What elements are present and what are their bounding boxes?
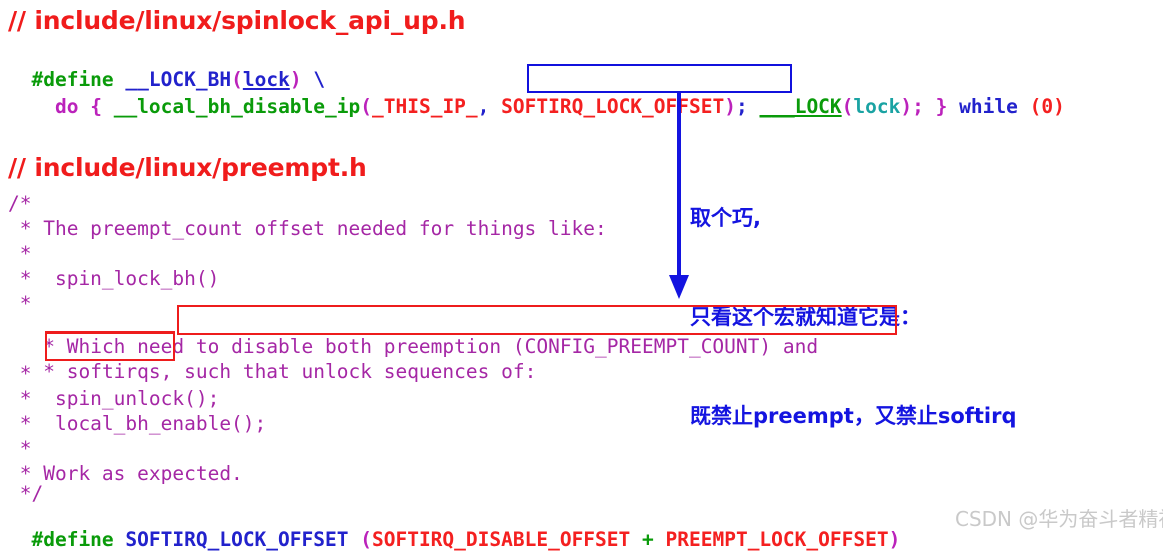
macro-name-softirq-lock-offset: SOFTIRQ_LOCK_OFFSET [125,528,349,551]
comma: , [477,95,490,118]
fn-triple-underscore-lock: ___LOCK [759,95,842,118]
annotation-note-line-1: 取个巧, [690,206,761,230]
arg-this-ip: _THIS_IP_ [372,95,478,118]
semicolon-2: ; [912,95,924,118]
brace-close: } [935,95,948,118]
comment-line-spin-lock-bh: * spin_lock_bh() [8,267,220,290]
comment-line-close: */ [8,482,44,505]
paren-open-3: ( [841,95,854,118]
watermark-csdn: CSDN @华为奋斗者精神 [955,507,1163,531]
comment-line-spin-unlock: * spin_unlock(); [8,387,220,410]
code-line-do-while: do { __local_bh_disable_ip(_THIS_IP_, SO… [8,72,1065,118]
kw-define-2: #define [31,528,114,551]
operand-preempt-lock-offset: PREEMPT_LOCK_OFFSET [665,528,889,551]
operand-softirq-disable-offset: SOFTIRQ_DISABLE_OFFSET [371,528,631,551]
comment-such-that-unlock: such that unlock sequences of: [172,360,537,383]
paren-close-2: ) [724,95,736,118]
code-line-define-softirq-lock-offset: #define SOFTIRQ_LOCK_OFFSET (SOFTIRQ_DIS… [8,505,900,551]
annotation-underline-which-need-to [45,331,175,334]
brace-open: { [90,95,102,118]
annotation-note-chinese: 取个巧, 只看这个宏就知道它是： 既禁止preempt，又禁止softirq [690,136,1017,466]
operator-plus: + [642,528,654,551]
paren-close-4: ) [888,528,901,551]
file-title-preempt-h: // include/linux/preempt.h [8,153,367,182]
fn-local-bh-disable-ip: __local_bh_disable_ip [113,95,361,118]
comment-line-blank-3: * [8,362,32,385]
arg-softirq-lock-offset: SOFTIRQ_LOCK_OFFSET [501,95,725,118]
paren-open-4: ( [360,528,372,551]
arg-lock-2: lock [853,95,901,118]
file-title-spinlock-api-up: // include/linux/spinlock_api_up.h [8,6,466,35]
comment-line-open: /* [8,192,32,215]
while-cond: (0) [1029,95,1065,118]
comment-star-prefix-b: * [31,360,67,383]
kw-while: while [959,95,1018,118]
comment-boxed-softirqs: softirqs, [66,360,173,383]
comment-line-blank-4: * [8,437,32,460]
comment-line-local-bh-enable: * local_bh_enable(); [8,412,267,435]
paren-open-2: ( [360,95,372,118]
paren-close-3: ) [900,95,913,118]
comment-line-blank-1: * [8,242,32,265]
semicolon-1: ; [735,95,748,118]
comment-line-softirqs: * softirqs, such that unlock sequences o… [8,337,536,383]
comment-line-preempt-count: * The preempt_count offset needed for th… [8,217,607,240]
kw-do: do [54,95,79,118]
annotation-note-line-3: 既禁止preempt，又禁止softirq [690,404,1017,428]
